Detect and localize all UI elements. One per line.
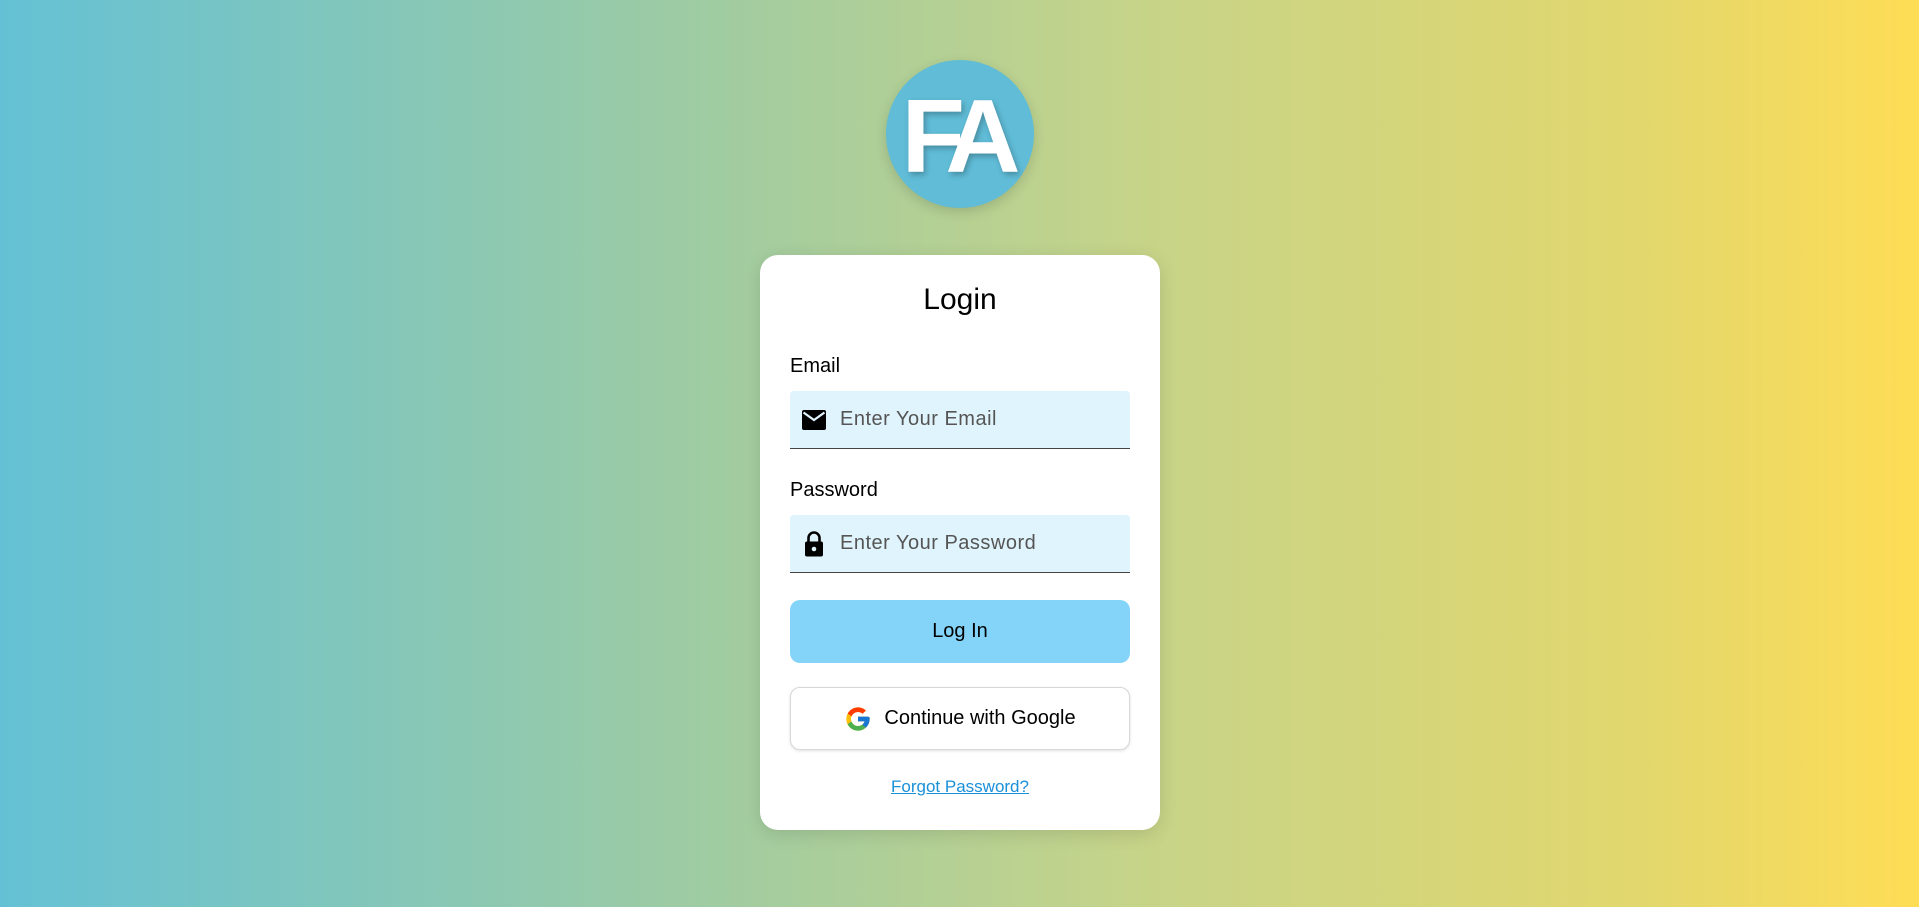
envelope-icon: [802, 408, 826, 432]
forgot-password-link[interactable]: Forgot Password?: [760, 777, 1160, 797]
login-button[interactable]: Log In: [790, 600, 1130, 663]
password-label: Password: [790, 479, 878, 501]
google-signin-button[interactable]: Continue with Google: [790, 687, 1130, 750]
password-field[interactable]: [790, 515, 1130, 573]
google-button-label: Continue with Google: [884, 707, 1076, 729]
login-title: Login: [923, 283, 997, 316]
password-input[interactable]: [840, 532, 1120, 555]
app-logo: FA: [886, 60, 1034, 208]
lock-icon: [802, 530, 826, 556]
email-field[interactable]: [790, 391, 1130, 449]
logo-text: FA: [901, 79, 1021, 195]
email-label: Email: [790, 355, 841, 377]
email-input[interactable]: [840, 408, 1120, 431]
google-icon: [844, 705, 872, 733]
login-card: Login Email Password Log In: [760, 255, 1160, 830]
